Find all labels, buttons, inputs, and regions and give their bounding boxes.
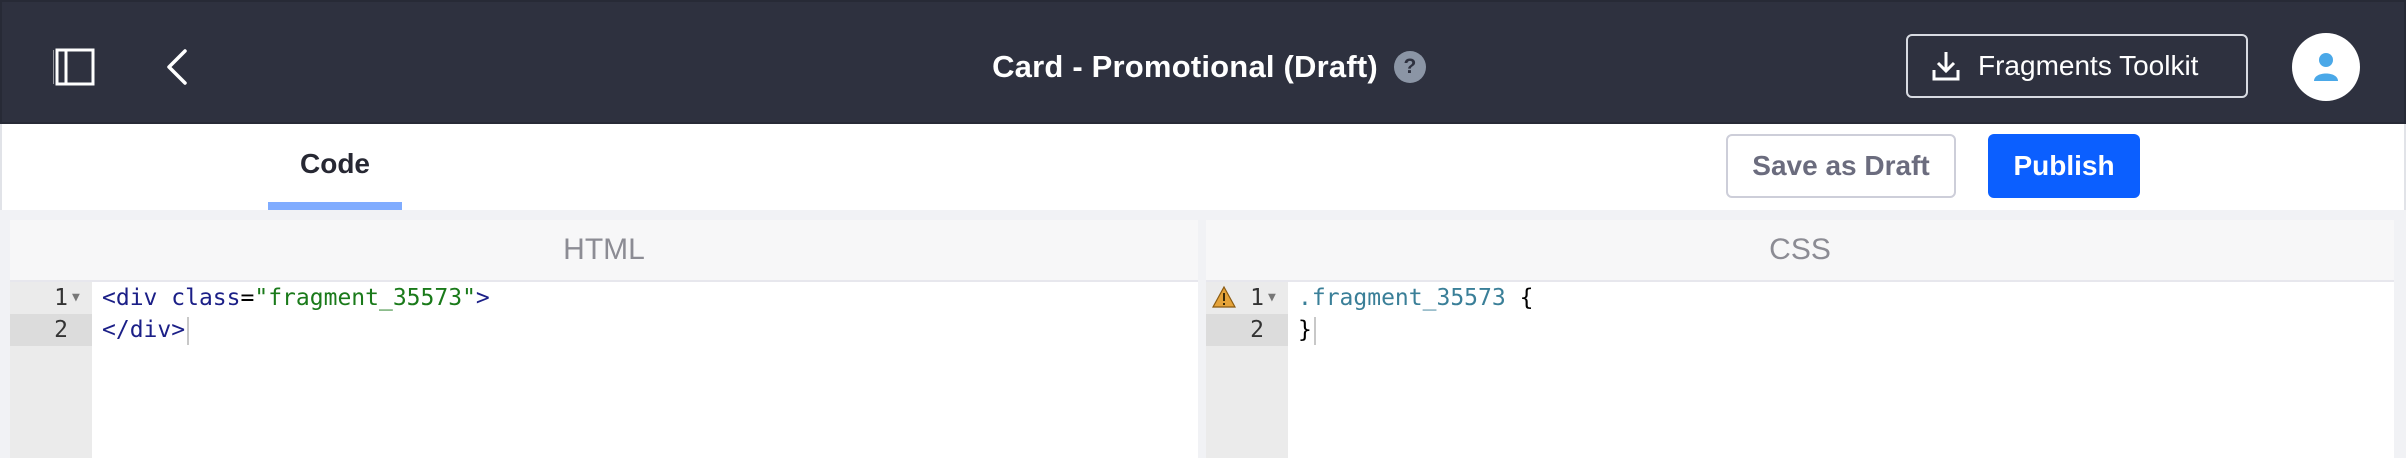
top-bar: Card - Promotional (Draft) ? Fragments T… [0, 0, 2406, 124]
line-number: 2 [54, 317, 68, 343]
line-number: 2 [1250, 317, 1264, 343]
code-text: <div class="fragment_35573"> [102, 285, 490, 311]
download-icon [1932, 52, 1960, 81]
code-text: } [1298, 314, 1316, 346]
html-editor[interactable]: HTML 1 ▼ <div class="fragment_35573"> 2 … [10, 220, 1198, 458]
fragments-toolkit-label: Fragments Toolkit [1978, 50, 2199, 81]
code-text: </div> [102, 314, 190, 346]
css-code-area[interactable]: 1 ▼ .fragment_35573 { 2 } [1206, 282, 2394, 458]
line-number: 1 [54, 285, 68, 311]
code-line[interactable]: 2 </div> [10, 314, 1198, 346]
text-cursor [1313, 316, 1316, 345]
line-number: 1 [1250, 285, 1264, 311]
text-cursor [187, 316, 190, 345]
fragment-editor: Card - Promotional (Draft) ? Fragments T… [0, 0, 2406, 458]
fragments-toolkit-button[interactable]: Fragments Toolkit [1906, 34, 2248, 98]
tab-code[interactable]: Code [268, 124, 402, 210]
active-tab-indicator [268, 202, 402, 210]
code-line[interactable]: 1 ▼ .fragment_35573 { [1206, 282, 2394, 314]
fold-arrow-icon[interactable]: ▼ [72, 282, 80, 314]
code-line[interactable]: 2 } [1206, 314, 2394, 346]
help-icon[interactable]: ? [1393, 51, 1426, 83]
code-text: .fragment_35573 { [1298, 285, 1534, 311]
user-icon [2314, 53, 2338, 81]
fold-arrow-icon[interactable]: ▼ [1268, 282, 1276, 314]
editor-toolbar: Code Save as Draft Publish [0, 124, 2406, 210]
css-editor[interactable]: CSS 1 ▼ .fragment_35573 { 2 } [1206, 220, 2394, 458]
user-avatar[interactable] [2292, 33, 2360, 101]
publish-button[interactable]: Publish [1988, 134, 2140, 198]
save-as-draft-button[interactable]: Save as Draft [1726, 134, 1956, 198]
html-editor-title: HTML [10, 220, 1198, 282]
html-code-area[interactable]: 1 ▼ <div class="fragment_35573"> 2 </div… [10, 282, 1198, 458]
page-title: Card - Promotional (Draft) [992, 49, 1378, 84]
code-line[interactable]: 1 ▼ <div class="fragment_35573"> [10, 282, 1198, 314]
tab-code-label: Code [300, 148, 370, 179]
css-editor-title: CSS [1206, 220, 2394, 282]
